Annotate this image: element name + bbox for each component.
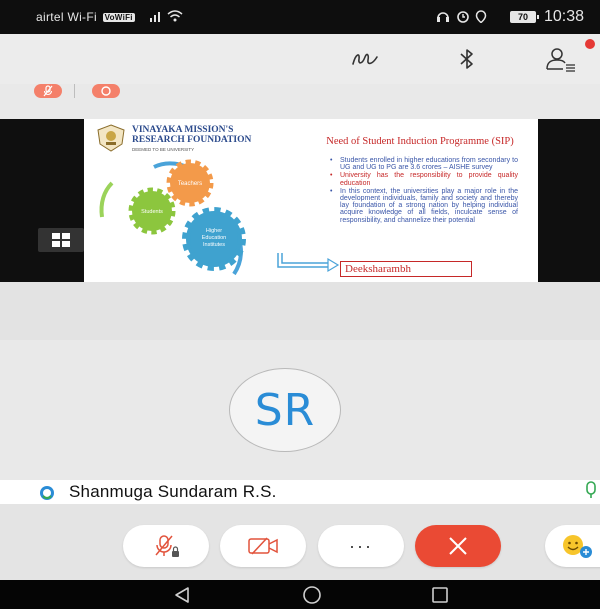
- home-icon[interactable]: [302, 586, 322, 604]
- filmstrip-area: [0, 282, 600, 340]
- more-icon: ···: [349, 535, 373, 556]
- slide-bullet: Students enrolled in higher educations f…: [328, 157, 518, 171]
- participants-icon[interactable]: [544, 42, 578, 76]
- clock: 10:38: [544, 8, 585, 25]
- reactions-button[interactable]: [545, 525, 600, 567]
- deeksharambh-box: Deeksharambh: [340, 261, 472, 277]
- carrier-label: airtel Wi-Fi VoWiFi: [36, 10, 135, 24]
- recording-indicator-icon: [92, 84, 120, 98]
- top-toolbar: [0, 34, 600, 84]
- android-nav-bar: [0, 580, 600, 609]
- mute-button[interactable]: [123, 525, 209, 567]
- indicator-separator: [74, 84, 75, 98]
- call-controls: ···: [0, 504, 600, 580]
- system-icons: [436, 9, 500, 26]
- org-subtitle: DEEMED TO BE UNIVERSITY: [132, 147, 195, 152]
- org-name: VINAYAKA MISSION'S RESEARCH FOUNDATION: [132, 125, 251, 145]
- arrow-icon: [277, 253, 340, 273]
- video-off-icon: [248, 537, 278, 555]
- org-name-line2: RESEARCH FOUNDATION: [132, 135, 252, 145]
- slide-bullet: University has the responsibility to pro…: [328, 172, 518, 186]
- notification-dot: [585, 39, 595, 49]
- slide-bullets: Students enrolled in higher educations f…: [328, 157, 518, 225]
- layout-grid-icon[interactable]: [38, 228, 84, 252]
- end-call-button[interactable]: [415, 525, 501, 567]
- avatar-initials: SR: [254, 384, 316, 436]
- audio-level-icon: [585, 481, 597, 504]
- mic-muted-icon: [155, 535, 179, 557]
- emoji-icon: [563, 535, 592, 558]
- carrier-text: airtel Wi-Fi: [36, 10, 97, 24]
- gear-institutes: Higher Education Institutes: [182, 207, 246, 271]
- status-bar: airtel Wi-Fi VoWiFi 70 10:38: [0, 0, 600, 34]
- battery-indicator: 70: [510, 11, 539, 23]
- university-crest-icon: [97, 124, 125, 152]
- more-options-button[interactable]: ···: [318, 525, 404, 567]
- webex-logo-icon: [40, 486, 54, 500]
- end-call-icon: [449, 537, 467, 555]
- slide-bullet: In this context, the universities play a…: [328, 188, 518, 224]
- bluetooth-icon[interactable]: [450, 42, 484, 76]
- draw-icon[interactable]: [348, 42, 382, 76]
- participant-name: Shanmuga Sundaram R.S.: [69, 482, 277, 501]
- shared-screen[interactable]: VINAYAKA MISSION'S RESEARCH FOUNDATION D…: [0, 119, 600, 282]
- participant-name-bar: Shanmuga Sundaram R.S.: [0, 480, 600, 504]
- presentation-slide: VINAYAKA MISSION'S RESEARCH FOUNDATION D…: [84, 119, 538, 282]
- signal-wifi-icon: [148, 9, 184, 26]
- org-name-line1: VINAYAKA MISSION'S: [132, 125, 234, 135]
- gears-diagram: Teachers Students Higher Education Institu…: [99, 159, 246, 276]
- vowifi-badge: VoWiFi: [102, 13, 135, 22]
- mic-muted-indicator-icon: [34, 84, 62, 98]
- gear-label-students: Students: [141, 209, 163, 215]
- recents-icon[interactable]: [430, 586, 450, 604]
- avatar: SR: [229, 368, 341, 452]
- gear-label-teachers: Teachers: [178, 181, 202, 187]
- video-toggle-button[interactable]: [220, 525, 306, 567]
- gear-teachers: Teachers: [166, 159, 214, 207]
- back-icon[interactable]: [172, 586, 192, 604]
- gear-students: Students: [128, 187, 176, 235]
- slide-title: Need of Student Induction Programme (SIP…: [326, 136, 514, 147]
